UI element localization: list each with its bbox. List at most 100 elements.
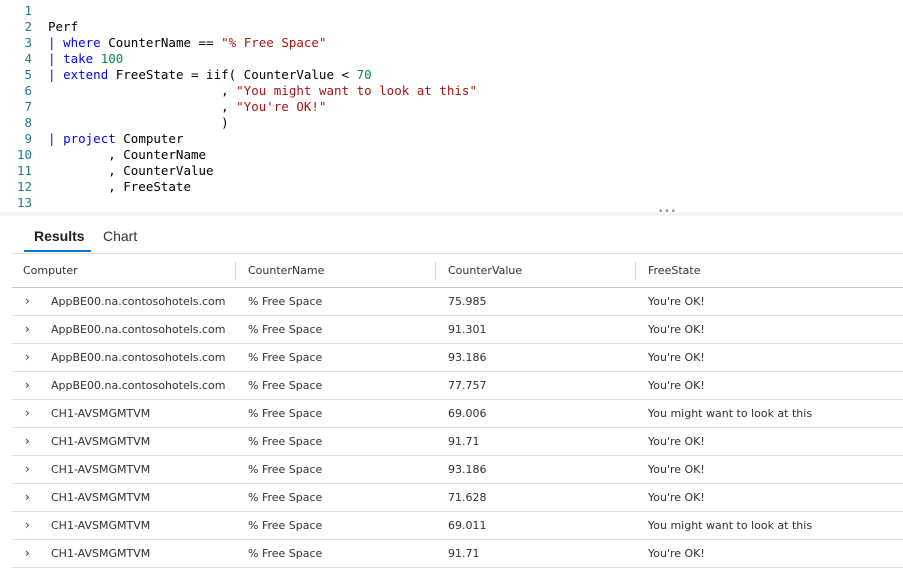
cell-freestate: You're OK! <box>648 547 705 560</box>
number-token: 100 <box>100 51 124 66</box>
code-token: , <box>48 83 237 98</box>
code-line[interactable]: 10 , CounterName <box>0 147 903 163</box>
keyword-token: project <box>63 131 116 146</box>
code-line[interactable]: 6 , "You might want to look at this" <box>0 83 903 99</box>
cell-countervalue: 69.006 <box>448 407 487 420</box>
chevron-right-icon[interactable]: › <box>25 288 30 315</box>
query-editor[interactable]: 1 2 Perf 3 | where CounterName == "% Free Sp… <box>0 0 903 212</box>
code-token: ) <box>48 115 229 130</box>
cell-freestate: You're OK! <box>648 323 705 336</box>
chevron-right-icon[interactable]: › <box>25 456 30 483</box>
cell-computer: AppBE00.na.contosohotels.com <box>51 379 226 392</box>
cell-countervalue: 91.301 <box>448 323 487 336</box>
string-token: "You're OK!" <box>236 99 327 114</box>
code-text[interactable]: , "You're OK!" <box>48 99 326 115</box>
code-text[interactable]: | where CounterName == "% Free Space" <box>48 35 326 51</box>
chevron-right-icon[interactable]: › <box>25 512 30 539</box>
chevron-right-icon[interactable]: › <box>25 372 30 399</box>
code-text[interactable]: | extend FreeState = iif( CounterValue <… <box>48 67 372 83</box>
line-number: 11 <box>16 163 32 178</box>
table-row[interactable]: › AppBE00.na.contosohotels.com % Free Spac… <box>12 344 903 372</box>
table-row[interactable]: › CH1-AVSMGMTVM % Free Space 71.628 You're O… <box>12 484 903 512</box>
cell-countername: % Free Space <box>248 435 323 448</box>
cell-computer: CH1-AVSMGMTVM <box>51 435 151 448</box>
code-line[interactable]: 8 ) <box>0 115 903 131</box>
number-token: 70 <box>356 67 372 82</box>
line-number: 9 <box>24 131 32 146</box>
code-line[interactable]: 2 Perf <box>0 19 903 35</box>
code-line[interactable]: 3 | where CounterName == "% Free Space" <box>0 35 903 51</box>
column-header-computer[interactable]: Computer <box>23 254 78 287</box>
table-row[interactable]: › CH1-AVSMGMTVM % Free Space 91.71 You're OK… <box>12 428 903 456</box>
table-row[interactable]: › CH1-AVSMGMTVM % Free Space 69.006 You migh… <box>12 400 903 428</box>
code-line[interactable]: 11 , CounterValue <box>0 163 903 179</box>
string-token: "% Free Space" <box>221 35 327 50</box>
cell-countername: % Free Space <box>248 463 323 476</box>
table-row[interactable]: › CH1-AVSMGMTVM % Free Space 91.71 You're OK… <box>12 540 903 568</box>
code-token: , CounterName <box>48 147 207 162</box>
chevron-right-icon[interactable]: › <box>25 484 30 511</box>
pipe-token: | <box>48 67 64 82</box>
code-line[interactable]: 5 | extend FreeState = iif( CounterValue … <box>0 67 903 83</box>
table-row[interactable]: › AppBE00.na.contosohotels.com % Free Spac… <box>12 372 903 400</box>
line-number: 8 <box>24 115 32 130</box>
cell-countervalue: 71.628 <box>448 491 487 504</box>
column-header-countervalue[interactable]: CounterValue <box>448 254 522 287</box>
chevron-right-icon[interactable]: › <box>25 540 30 567</box>
column-resize-handle[interactable] <box>235 262 236 280</box>
code-text[interactable]: , FreeState <box>48 179 191 195</box>
chevron-right-icon[interactable]: › <box>25 344 30 371</box>
code-line[interactable]: 1 <box>0 3 903 19</box>
cell-computer: CH1-AVSMGMTVM <box>51 547 151 560</box>
table-row[interactable]: › AppBE00.na.contosohotels.com % Free Spac… <box>12 316 903 344</box>
line-number: 6 <box>24 83 32 98</box>
cell-countername: % Free Space <box>248 379 323 392</box>
code-text[interactable]: | take 100 <box>48 51 123 67</box>
column-header-countername[interactable]: CounterName <box>248 254 324 287</box>
code-line[interactable]: 9 | project Computer <box>0 131 903 147</box>
cell-countervalue: 69.011 <box>448 519 487 532</box>
code-line[interactable]: 13 <box>0 195 903 211</box>
cell-computer: AppBE00.na.contosohotels.com <box>51 323 226 336</box>
tab-chart[interactable]: Chart <box>103 228 137 244</box>
pipe-token: | <box>48 35 64 50</box>
code-text[interactable]: , CounterName <box>48 147 206 163</box>
splitter-grip-icon[interactable]: ••• <box>658 208 677 217</box>
cell-countervalue: 93.186 <box>448 463 487 476</box>
grid-header: Computer CounterName CounterValue FreeSt… <box>12 254 903 288</box>
table-row[interactable]: › CH1-AVSMGMTVM % Free Space 69.011 You migh… <box>12 512 903 540</box>
cell-computer: CH1-AVSMGMTVM <box>51 491 151 504</box>
table-row[interactable]: › AppBE00.na.contosohotels.com % Free Spac… <box>12 288 903 316</box>
column-resize-handle[interactable] <box>435 262 436 280</box>
column-header-freestate[interactable]: FreeState <box>648 254 700 287</box>
code-line[interactable]: 7 , "You're OK!" <box>0 99 903 115</box>
cell-computer: AppBE00.na.contosohotels.com <box>51 295 226 308</box>
tab-results[interactable]: Results <box>34 228 85 244</box>
code-text[interactable]: ) <box>48 115 229 131</box>
table-row[interactable]: › CH1-AVSMGMTVM % Free Space 93.186 You're O… <box>12 456 903 484</box>
pipe-token: | <box>48 51 64 66</box>
cell-countername: % Free Space <box>248 519 323 532</box>
code-token: Computer <box>115 131 184 146</box>
cell-freestate: You're OK! <box>648 491 705 504</box>
line-number: 7 <box>24 99 32 114</box>
chevron-right-icon[interactable]: › <box>25 316 30 343</box>
code-text[interactable]: Perf <box>48 19 78 35</box>
code-text[interactable]: , "You might want to look at this" <box>48 83 477 99</box>
code-line[interactable]: 12 , FreeState <box>0 179 903 195</box>
code-token: CounterName == <box>100 35 222 50</box>
pane-splitter[interactable] <box>0 212 903 216</box>
code-text[interactable]: | project Computer <box>48 131 183 147</box>
cell-computer: CH1-AVSMGMTVM <box>51 463 151 476</box>
chevron-right-icon[interactable]: › <box>25 428 30 455</box>
code-line[interactable]: 4 | take 100 <box>0 51 903 67</box>
cell-countername: % Free Space <box>248 547 323 560</box>
cell-countername: % Free Space <box>248 407 323 420</box>
cell-computer: AppBE00.na.contosohotels.com <box>51 351 226 364</box>
code-text[interactable]: , CounterValue <box>48 163 213 179</box>
column-resize-handle[interactable] <box>635 262 636 280</box>
cell-freestate: You're OK! <box>648 463 705 476</box>
chevron-right-icon[interactable]: › <box>25 400 30 427</box>
cell-freestate: You might want to look at this <box>648 519 813 532</box>
